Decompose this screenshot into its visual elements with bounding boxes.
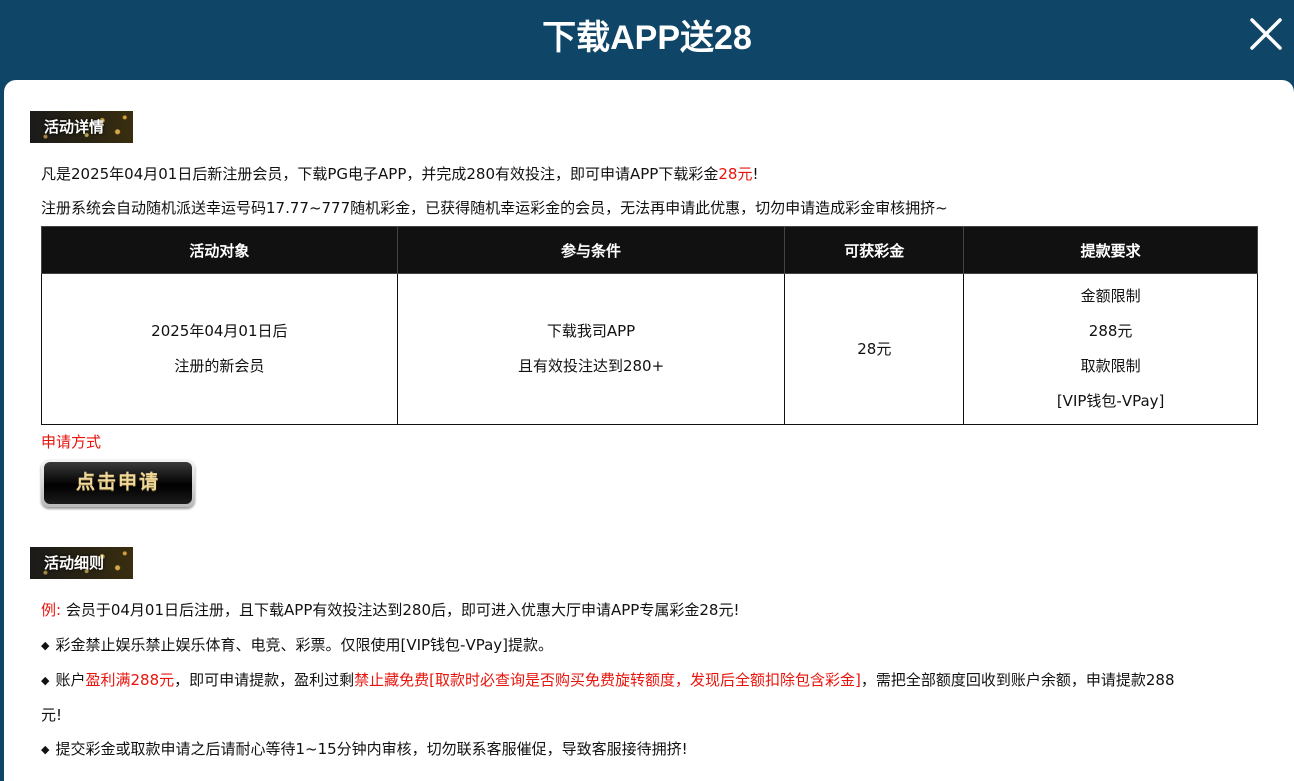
- diamond-bullet-icon: ◆: [41, 639, 50, 652]
- modal-title: 下载APP送28: [542, 19, 752, 57]
- rules-section-badge: 活动细则: [30, 547, 133, 579]
- cell-condition-line-2: 且有效投注达到280+: [517, 357, 665, 375]
- cell-target-line-2: 注册的新会员: [174, 357, 265, 375]
- rule-item-2-b: 盈利满288元: [85, 671, 175, 689]
- rule-item-1-text: 彩金禁止娱乐禁止娱乐体育、电竞、彩票。仅限使用[VIP钱包-VPay]提款。: [55, 636, 554, 654]
- cell-withdraw-line-2: 288元: [1088, 322, 1133, 340]
- example-line: 例: 会员于04月01日后注册，且下载APP有效投注达到280后，即可进入优惠大…: [41, 599, 739, 620]
- details-section-badge: 活动详情: [30, 111, 133, 143]
- table-header-bonus: 可获彩金: [784, 226, 965, 274]
- cell-bonus: 28元: [784, 273, 965, 425]
- cell-withdraw-line-1: 金额限制: [1080, 287, 1141, 305]
- details-line-1-amount: 28元: [718, 165, 753, 183]
- cell-target: 2025年04月01日后 注册的新会员: [41, 273, 398, 425]
- rule-item-2-d: 禁止藏免费[取款时必查询是否购买免费旋转额度，发现后全额扣除包含彩金]: [354, 671, 861, 689]
- cell-withdraw-line-3: 取款限制: [1080, 357, 1141, 375]
- rule-item-2-c: ，即可申请提款，盈利过剩: [174, 671, 355, 689]
- table-header-row: 活动对象 参与条件 可获彩金 提款要求: [41, 226, 1258, 274]
- table-row: 2025年04月01日后 注册的新会员 下载我司APP 且有效投注达到280+ …: [41, 273, 1258, 425]
- details-line-1-text: 凡是2025年04月01日后新注册会员，下载PG电子APP，并完成280有效投注…: [41, 165, 719, 183]
- apply-button[interactable]: 点击申请: [41, 459, 195, 507]
- details-line-1: 凡是2025年04月01日后新注册会员，下载PG电子APP，并完成280有效投注…: [41, 163, 758, 185]
- promo-table: 活动对象 参与条件 可获彩金 提款要求 2025年04月01日后 注册的新会员 …: [41, 226, 1258, 425]
- cell-withdraw: 金额限制 288元 取款限制 [VIP钱包-VPay]: [963, 273, 1258, 425]
- rule-item-2-e: ，需把全部额度回收到账户余额，申请提款288: [860, 671, 1175, 689]
- diamond-bullet-icon: ◆: [41, 674, 50, 687]
- modal-content: 活动详情 凡是2025年04月01日后新注册会员，下载PG电子APP，并完成28…: [4, 80, 1294, 781]
- rule-item-3: ◆ 提交彩金或取款申请之后请耐心等待1~15分钟内审核，切勿联系客服催促，导致客服…: [41, 738, 688, 759]
- cell-condition-line-1: 下载我司APP: [546, 322, 636, 340]
- rule-item-2-a: 账户: [55, 671, 86, 689]
- details-line-1-suffix: !: [752, 165, 759, 183]
- cell-withdraw-line-4: [VIP钱包-VPay]: [1056, 392, 1165, 410]
- rule-item-3-text: 提交彩金或取款申请之后请耐心等待1~15分钟内审核，切勿联系客服催促，导致客服接…: [55, 740, 688, 758]
- modal-header: 下载APP送28: [0, 0, 1294, 80]
- table-header-withdraw: 提款要求: [963, 226, 1258, 274]
- example-label: 例:: [41, 601, 62, 619]
- diamond-bullet-icon: ◆: [41, 743, 50, 756]
- example-text: 会员于04月01日后注册，且下载APP有效投注达到280后，即可进入优惠大厅申请…: [65, 601, 740, 619]
- close-icon[interactable]: [1246, 14, 1286, 54]
- details-line-2: 注册系统会自动随机派送幸运号码17.77~777随机彩金，已获得随机幸运彩金的会…: [41, 199, 948, 217]
- table-header-condition: 参与条件: [396, 226, 786, 274]
- apply-button-label: 点击申请: [44, 462, 192, 504]
- rule-item-2-continued: 元!: [41, 706, 63, 724]
- apply-method-label: 申请方式: [41, 433, 102, 451]
- cell-target-line-1: 2025年04月01日后: [151, 322, 288, 340]
- cell-condition: 下载我司APP 且有效投注达到280+: [396, 273, 786, 425]
- rule-item-1: ◆ 彩金禁止娱乐禁止娱乐体育、电竞、彩票。仅限使用[VIP钱包-VPay]提款。: [41, 634, 553, 655]
- table-header-target: 活动对象: [41, 226, 398, 274]
- rule-item-2: ◆ 账户盈利满288元，即可申请提款，盈利过剩禁止藏免费[取款时必查询是否购买免费…: [41, 669, 1175, 690]
